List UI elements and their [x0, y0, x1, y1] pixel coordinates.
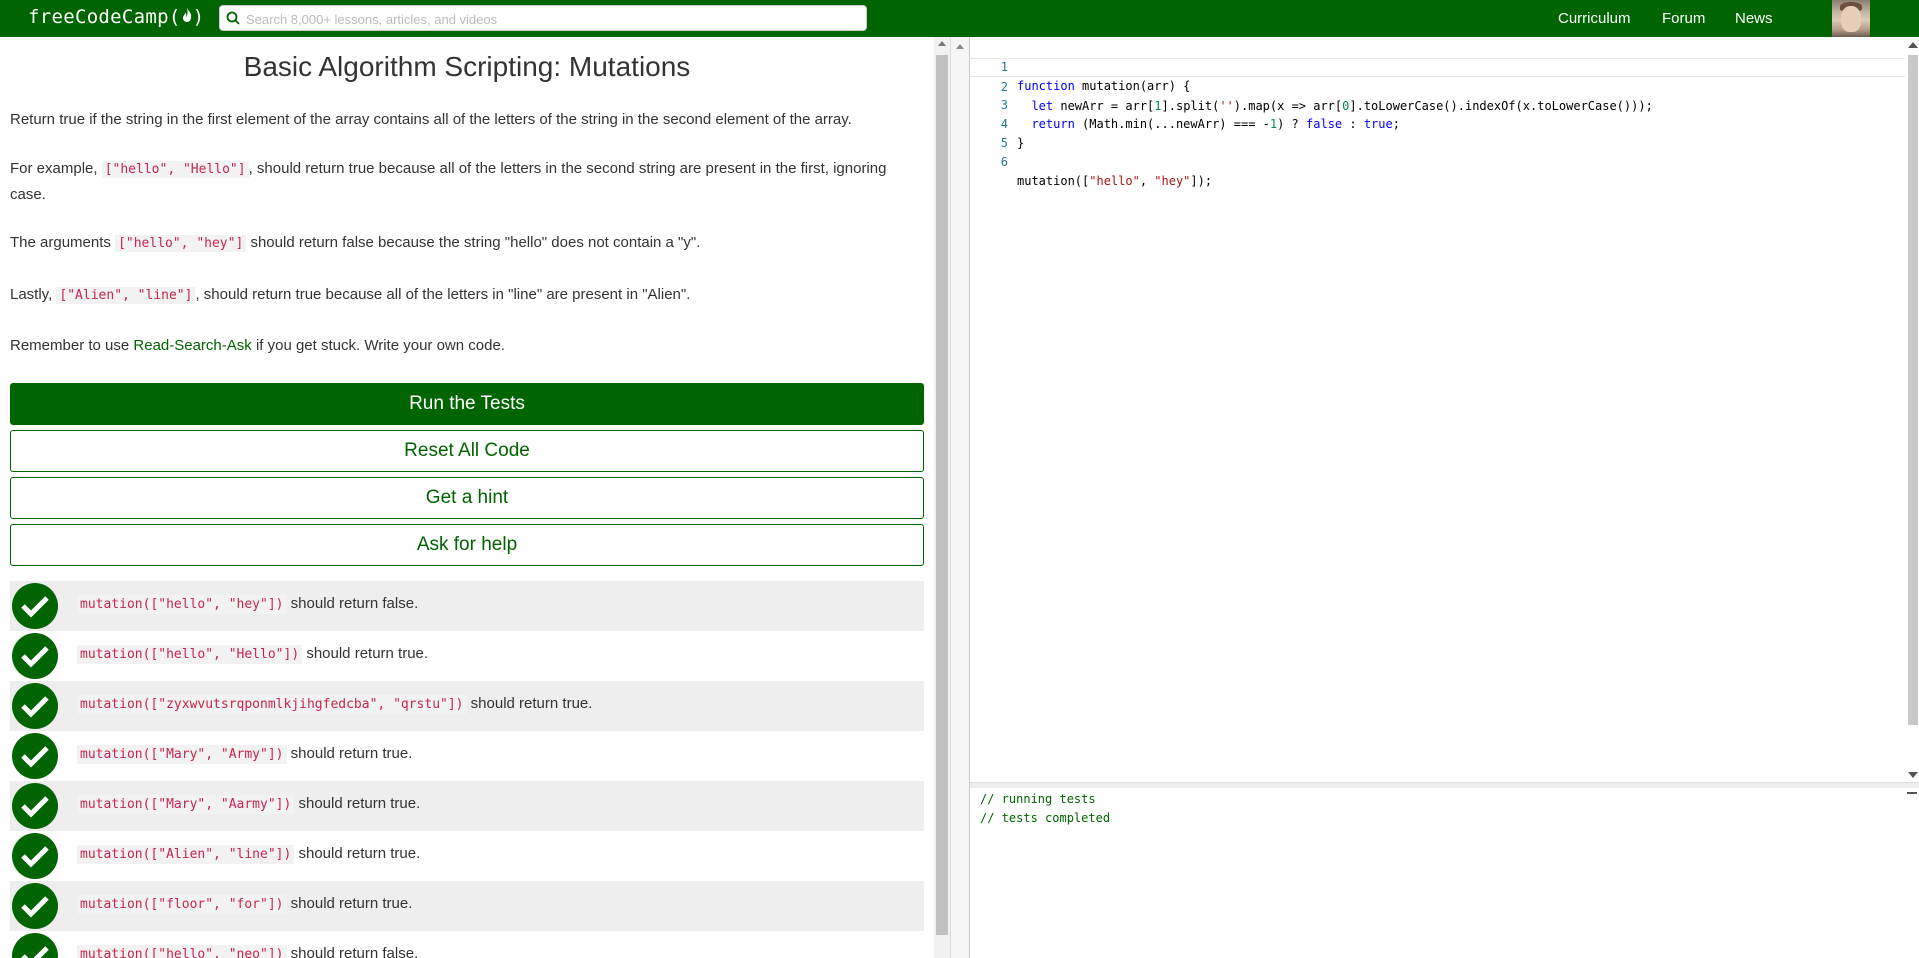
logo-text: freeCodeCamp( [28, 6, 181, 28]
test-row: mutation(["hello", "hey"]) should return… [10, 581, 924, 631]
test-text: should return true. [294, 845, 421, 862]
check-icon [12, 683, 58, 729]
ask-for-help-button[interactable]: Ask for help [10, 524, 924, 566]
test-text: should return true. [294, 795, 421, 812]
test-code: mutation(["hello", "hey"]) [77, 595, 287, 614]
test-row: mutation(["Mary", "Army"]) should return… [10, 731, 924, 781]
test-code: mutation(["zyxwvutsrqponmlkjihgfedcba", … [77, 695, 467, 714]
description-paragraph-2: For example, ["hello", "Hello"], should … [10, 160, 887, 203]
nav-link-curriculum[interactable]: Curriculum [1558, 10, 1631, 27]
description-paragraph-4: Lastly, ["Alien", "line"], should return… [10, 286, 691, 304]
inline-code: ["hello", "hey"] [115, 235, 247, 252]
check-icon [12, 883, 58, 929]
output-line: // tests completed [980, 811, 1111, 825]
code-editor[interactable]: 1 function mutation(arr) { 2 let newArr … [970, 37, 1919, 782]
minimize-icon[interactable] [1907, 792, 1917, 794]
search-bar[interactable] [219, 5, 867, 31]
description-paragraph-3: The arguments ["hello", "hey"] should re… [10, 234, 701, 252]
test-row: mutation(["zyxwvutsrqponmlkjihgfedcba", … [10, 681, 924, 731]
code-line: 3 return (Math.min(...newArr) === -1) ? … [1000, 98, 1400, 131]
test-code: mutation(["Mary", "Army"]) [77, 745, 287, 764]
description-paragraph-1: Return true if the string in the first e… [10, 111, 852, 128]
test-text: should return true. [286, 745, 413, 762]
run-tests-button[interactable]: Run the Tests [10, 383, 924, 425]
challenge-pane: Basic Algorithm Scripting: Mutations Ret… [0, 37, 938, 958]
check-icon [12, 933, 58, 958]
test-row: mutation(["hello", "neo"]) should return… [10, 931, 924, 958]
editor-scrollbar[interactable] [1905, 37, 1919, 782]
get-hint-button[interactable]: Get a hint [10, 477, 924, 519]
code-line: 6 mutation(["hello", "hey"]); [1000, 155, 1213, 188]
test-code: mutation(["hello", "Hello"]) [77, 645, 303, 664]
scrollbar-thumb[interactable] [1908, 55, 1918, 725]
check-icon [12, 583, 58, 629]
code-line: 1 function mutation(arr) { [1000, 60, 1191, 93]
scroll-up-icon[interactable] [1908, 42, 1918, 48]
check-icon [12, 833, 58, 879]
scroll-up-icon[interactable] [938, 41, 946, 46]
nav-link-forum[interactable]: Forum [1662, 10, 1705, 27]
freecodecamp-logo[interactable]: freeCodeCamp() [28, 6, 204, 28]
test-row: mutation(["hello", "Hello"]) should retu… [10, 631, 924, 681]
test-text: should return false. [286, 595, 419, 612]
check-icon [12, 633, 58, 679]
pane-splitter[interactable] [950, 37, 970, 958]
test-text: should return true. [466, 695, 593, 712]
inline-code: ["Alien", "line"] [56, 287, 196, 304]
collapse-arrow-icon[interactable] [956, 44, 964, 49]
code-line: 5 [1000, 136, 1008, 150]
challenge-title: Basic Algorithm Scripting: Mutations [243, 51, 691, 82]
reset-code-button[interactable]: Reset All Code [10, 430, 924, 472]
test-row: mutation(["floor", "for"]) should return… [10, 881, 924, 931]
user-avatar[interactable] [1832, 0, 1870, 37]
navbar: freeCodeCamp() Curriculum Forum News [0, 0, 1919, 37]
output-line: // running tests [980, 792, 1096, 806]
test-code: mutation(["Alien", "line"]) [77, 845, 295, 864]
code-line: 4 } [1000, 117, 1025, 150]
test-code: mutation(["floor", "for"]) [77, 895, 287, 914]
scroll-down-icon[interactable] [1908, 772, 1918, 778]
search-icon [226, 11, 240, 25]
code-line-current: 2 let newArr = arr[1].split('').map(x =>… [970, 58, 1905, 113]
logo-suffix: ) [192, 6, 205, 28]
challenge-scrollbar[interactable] [934, 37, 950, 958]
test-text: should return false. [286, 945, 419, 958]
test-row: mutation(["Alien", "line"]) should retur… [10, 831, 924, 881]
test-code: mutation(["Mary", "Aarmy"]) [77, 795, 295, 814]
check-icon [12, 783, 58, 829]
test-code: mutation(["hello", "neo"]) [77, 945, 287, 958]
nav-link-news[interactable]: News [1735, 10, 1773, 27]
search-input[interactable] [244, 8, 858, 30]
check-icon [12, 733, 58, 779]
inline-code: ["hello", "Hello"] [101, 161, 249, 178]
scrollbar-thumb[interactable] [936, 55, 948, 935]
description-paragraph-5: Remember to use Read-Search-Ask if you g… [10, 337, 505, 354]
read-search-ask-link[interactable]: Read-Search-Ask [133, 337, 251, 354]
test-text: should return true. [302, 645, 429, 662]
test-text: should return true. [286, 895, 413, 912]
flame-icon [181, 6, 193, 28]
test-output-panel: // running tests // tests completed [970, 788, 1919, 958]
test-row: mutation(["Mary", "Aarmy"]) should retur… [10, 781, 924, 831]
